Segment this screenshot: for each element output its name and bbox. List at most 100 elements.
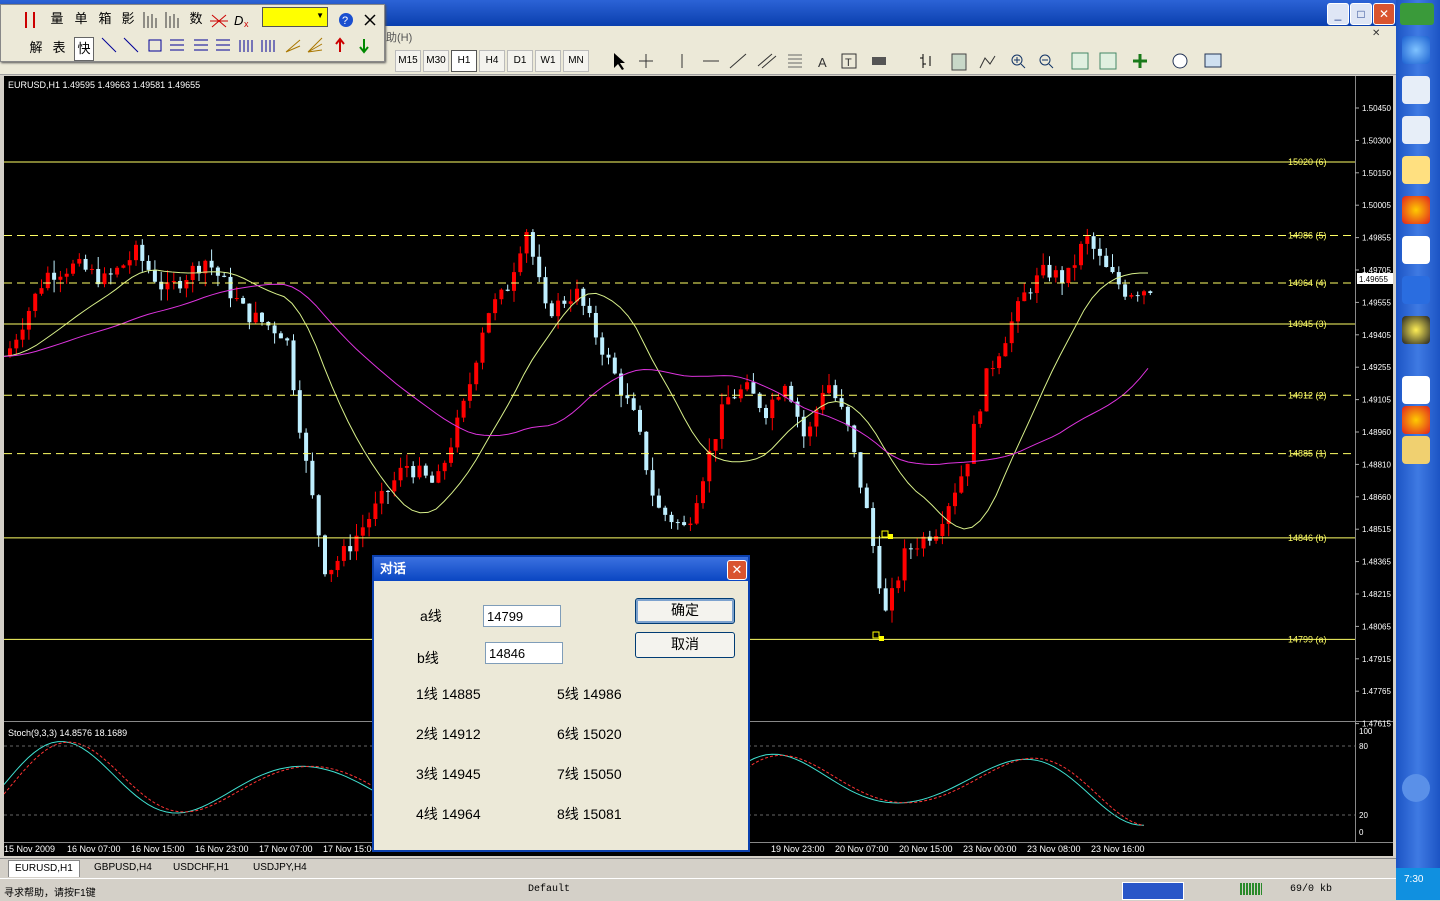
fib-tool-icon[interactable] <box>170 39 184 51</box>
status-profile: Default <box>528 884 571 895</box>
periods-clock-icon[interactable] <box>1172 53 1188 69</box>
pitch-tool-icon[interactable] <box>285 39 301 53</box>
traffic-bars-icon <box>1240 883 1262 895</box>
ray-tool-icon[interactable] <box>123 37 139 53</box>
candle-body <box>1041 264 1046 276</box>
candle-body <box>1148 291 1153 293</box>
app-icon-1[interactable] <box>1402 76 1430 104</box>
palette-color-select[interactable]: ▼ <box>262 7 328 27</box>
candles-icon[interactable] <box>951 53 967 71</box>
bars-tool-icon[interactable] <box>239 40 253 52</box>
fibonacci-icon[interactable] <box>788 54 802 68</box>
app-icon-6[interactable] <box>1402 276 1430 304</box>
candle-body <box>864 487 869 509</box>
candle-body <box>1079 243 1083 266</box>
tf-d1-button[interactable]: D1 <box>507 50 533 72</box>
dialog-close-button[interactable]: ✕ <box>727 560 747 580</box>
candle-body <box>776 397 781 400</box>
ie-icon[interactable] <box>1402 36 1430 64</box>
folder-icon[interactable] <box>1402 436 1430 464</box>
palette-tool-single[interactable]: 单 <box>72 8 90 30</box>
arrow-down-icon[interactable] <box>359 39 369 54</box>
app-icon-5[interactable] <box>1402 236 1430 264</box>
rect-tool-icon[interactable] <box>148 39 162 52</box>
candle-body <box>512 272 516 291</box>
tf-w1-button[interactable]: W1 <box>535 50 561 72</box>
crosshair-icon[interactable] <box>639 54 653 68</box>
zoom-out-icon[interactable] <box>1039 54 1054 69</box>
tab-eurusd[interactable]: EURUSD,H1 <box>8 860 80 877</box>
zoom-in-icon[interactable] <box>1011 54 1026 69</box>
connection-icon[interactable] <box>1122 882 1184 900</box>
palette-tool-table[interactable]: 表 <box>50 37 68 59</box>
trendline-icon[interactable] <box>729 53 747 69</box>
b-line-input[interactable]: 14846 <box>485 642 563 664</box>
candle-body <box>940 523 945 537</box>
fib2-tool-icon[interactable] <box>194 39 208 51</box>
text-label-icon[interactable]: T <box>841 53 857 69</box>
arrow-icon[interactable] <box>872 57 886 65</box>
text-icon[interactable]: A <box>818 55 827 70</box>
palette-tool-number[interactable]: 数 <box>187 8 205 30</box>
app-icon-4[interactable] <box>1402 196 1430 224</box>
tab-usdchf[interactable]: USDCHF,H1 <box>167 860 235 876</box>
tf-mn-button[interactable]: MN <box>563 50 589 72</box>
help-icon[interactable]: ? <box>339 13 353 27</box>
dx-tool-icon[interactable]: Dx <box>234 13 249 29</box>
cursor-icon[interactable] <box>614 53 625 70</box>
menu-close-icon[interactable]: ✕ <box>1372 28 1380 39</box>
app-icon-8[interactable] <box>1402 406 1430 434</box>
line-chart-icon[interactable] <box>979 55 996 69</box>
qq-icon[interactable] <box>1402 316 1430 344</box>
tab-gbpusd[interactable]: GBPUSD,H4 <box>88 860 158 876</box>
app-icon-3[interactable] <box>1402 156 1430 184</box>
start-logo-icon[interactable] <box>1400 3 1434 25</box>
app-icon-2[interactable] <box>1402 116 1430 144</box>
palette-tool-shadow[interactable]: 影 <box>119 8 137 30</box>
bar-chart-icon[interactable] <box>920 54 931 68</box>
arrow-up-icon[interactable] <box>335 37 345 52</box>
channel-icon[interactable] <box>757 53 777 69</box>
tf-m30-button[interactable]: M30 <box>423 50 449 72</box>
palette-tool-box[interactable]: 箱 <box>96 8 114 30</box>
cancel-button[interactable]: 取消 <box>635 632 735 658</box>
current-price: 1.49655 <box>1359 275 1388 284</box>
chart-shift-icon[interactable] <box>1099 52 1117 70</box>
line-tool-icon[interactable] <box>101 37 117 53</box>
fib3-tool-icon[interactable] <box>216 39 230 51</box>
fan-tool-icon[interactable] <box>307 37 323 53</box>
tf-h4-button[interactable]: H4 <box>479 50 505 72</box>
tray-chevron-icon[interactable] <box>1402 774 1430 802</box>
menu-help[interactable]: 助(H) <box>386 29 412 45</box>
ok-button[interactable]: 确定 <box>635 598 735 624</box>
maximize-button[interactable]: □ <box>1350 3 1372 25</box>
a-line-input[interactable]: 14799 <box>483 605 561 627</box>
bars2-tool-icon[interactable] <box>261 40 275 52</box>
minimize-button[interactable]: _ <box>1327 3 1349 25</box>
palette-close-icon[interactable] <box>364 14 376 26</box>
app-icon-7[interactable] <box>1402 376 1430 404</box>
palette-tool-fast[interactable]: 快 <box>74 37 94 61</box>
tab-usdjpy[interactable]: USDJPY,H4 <box>247 860 313 876</box>
price-tick-label: 1.48365 <box>1362 558 1391 567</box>
cross-tool-icon[interactable] <box>210 14 228 28</box>
tf-h1-button[interactable]: H1 <box>451 50 477 72</box>
time-tick-label: 20 Nov 07:00 <box>835 844 889 854</box>
tf-m15-button[interactable]: M15 <box>395 50 421 72</box>
line-2-label: 2线 14912 <box>416 726 481 742</box>
palette-tool-volume[interactable]: 量 <box>48 8 66 30</box>
price-tick-label: 1.49105 <box>1362 396 1391 405</box>
grid2-tool-icon[interactable] <box>165 12 179 28</box>
templates-icon[interactable] <box>1204 53 1222 68</box>
indicators-icon[interactable] <box>1133 54 1147 68</box>
candle-body <box>1047 264 1052 278</box>
current-price-tag: 1.49655 <box>1357 273 1393 284</box>
candle-body <box>732 397 737 399</box>
candle-body <box>770 399 775 419</box>
candle-body <box>1016 301 1020 322</box>
close-window-button[interactable]: ✕ <box>1373 3 1395 25</box>
autoscroll-icon[interactable] <box>1071 52 1089 70</box>
palette-tool-solve[interactable]: 解 <box>27 37 45 59</box>
candle-tool-icon[interactable] <box>25 12 35 28</box>
grid-tool-icon[interactable] <box>143 12 157 28</box>
